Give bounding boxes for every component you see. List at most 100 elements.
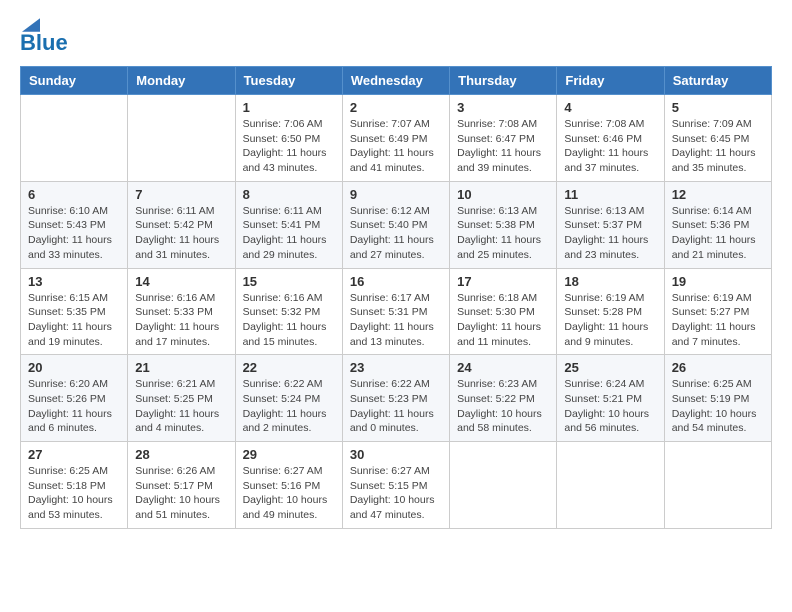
day-number: 15 xyxy=(243,274,335,289)
day-info: Sunrise: 6:23 AMSunset: 5:22 PMDaylight:… xyxy=(457,377,549,436)
day-info: Sunrise: 6:14 AMSunset: 5:36 PMDaylight:… xyxy=(672,204,764,263)
day-number: 28 xyxy=(135,447,227,462)
calendar-cell: 24 Sunrise: 6:23 AMSunset: 5:22 PMDayligh… xyxy=(450,355,557,442)
day-number: 4 xyxy=(564,100,656,115)
day-number: 22 xyxy=(243,360,335,375)
calendar-week-row: 13Sunrise: 6:15 AMSunset: 5:35 PMDayligh… xyxy=(21,268,772,355)
calendar-cell: 6 Sunrise: 6:10 AMSunset: 5:43 PMDaylight… xyxy=(21,181,128,268)
day-info: Sunrise: 6:22 AMSunset: 5:23 PMDaylight:… xyxy=(350,377,442,436)
day-info: Sunrise: 6:16 AMSunset: 5:33 PMDaylight:… xyxy=(135,291,227,350)
logo-blue-text: Blue xyxy=(20,30,68,55)
day-number: 29 xyxy=(243,447,335,462)
calendar-cell: 9 Sunrise: 6:12 AMSunset: 5:40 PMDaylight… xyxy=(342,181,449,268)
day-number: 27 xyxy=(28,447,120,462)
day-number: 1 xyxy=(243,100,335,115)
day-number: 2 xyxy=(350,100,442,115)
calendar-cell: 28 Sunrise: 6:26 AMSunset: 5:17 PMDayligh… xyxy=(128,442,235,529)
day-number: 19 xyxy=(672,274,764,289)
day-info: Sunrise: 7:07 AMSunset: 6:49 PMDaylight:… xyxy=(350,117,442,176)
calendar-cell: 7 Sunrise: 6:11 AMSunset: 5:42 PMDaylight… xyxy=(128,181,235,268)
day-number: 7 xyxy=(135,187,227,202)
day-number: 25 xyxy=(564,360,656,375)
day-number: 18 xyxy=(564,274,656,289)
day-number: 6 xyxy=(28,187,120,202)
calendar-cell: 14 Sunrise: 6:16 AMSunset: 5:33 PMDayligh… xyxy=(128,268,235,355)
day-number: 11 xyxy=(564,187,656,202)
day-of-week-header: Monday xyxy=(128,67,235,95)
calendar-cell: 18Sunrise: 6:19 AMSunset: 5:28 PMDayligh… xyxy=(557,268,664,355)
header: Blue xyxy=(20,16,772,56)
calendar-week-row: 1 Sunrise: 7:06 AMSunset: 6:50 PMDaylight… xyxy=(21,95,772,182)
day-number: 8 xyxy=(243,187,335,202)
day-info: Sunrise: 6:26 AMSunset: 5:17 PMDaylight:… xyxy=(135,464,227,523)
day-number: 20 xyxy=(28,360,120,375)
day-info: Sunrise: 6:16 AMSunset: 5:32 PMDaylight:… xyxy=(243,291,335,350)
day-info: Sunrise: 6:24 AMSunset: 5:21 PMDaylight:… xyxy=(564,377,656,436)
day-info: Sunrise: 7:09 AMSunset: 6:45 PMDaylight:… xyxy=(672,117,764,176)
day-info: Sunrise: 6:21 AMSunset: 5:25 PMDaylight:… xyxy=(135,377,227,436)
day-info: Sunrise: 6:27 AMSunset: 5:15 PMDaylight:… xyxy=(350,464,442,523)
day-of-week-header: Friday xyxy=(557,67,664,95)
day-number: 10 xyxy=(457,187,549,202)
day-of-week-header: Wednesday xyxy=(342,67,449,95)
day-info: Sunrise: 6:11 AMSunset: 5:42 PMDaylight:… xyxy=(135,204,227,263)
calendar-cell: 10 Sunrise: 6:13 AMSunset: 5:38 PMDayligh… xyxy=(450,181,557,268)
day-number: 9 xyxy=(350,187,442,202)
day-number: 21 xyxy=(135,360,227,375)
calendar-week-row: 27 Sunrise: 6:25 AMSunset: 5:18 PMDayligh… xyxy=(21,442,772,529)
day-info: Sunrise: 6:11 AMSunset: 5:41 PMDaylight:… xyxy=(243,204,335,263)
day-info: Sunrise: 6:18 AMSunset: 5:30 PMDaylight:… xyxy=(457,291,549,350)
calendar-header-row: SundayMondayTuesdayWednesdayThursdayFrid… xyxy=(21,67,772,95)
day-number: 16 xyxy=(350,274,442,289)
day-info: Sunrise: 6:10 AMSunset: 5:43 PMDaylight:… xyxy=(28,204,120,263)
calendar-cell: 15 Sunrise: 6:16 AMSunset: 5:32 PMDayligh… xyxy=(235,268,342,355)
calendar-cell: 25 Sunrise: 6:24 AMSunset: 5:21 PMDayligh… xyxy=(557,355,664,442)
calendar-cell: 19 Sunrise: 6:19 AMSunset: 5:27 PMDayligh… xyxy=(664,268,771,355)
calendar-cell: 8 Sunrise: 6:11 AMSunset: 5:41 PMDaylight… xyxy=(235,181,342,268)
calendar-cell: 3Sunrise: 7:08 AMSunset: 6:47 PMDaylight… xyxy=(450,95,557,182)
day-info: Sunrise: 6:25 AMSunset: 5:18 PMDaylight:… xyxy=(28,464,120,523)
day-info: Sunrise: 7:08 AMSunset: 6:47 PMDaylight:… xyxy=(457,117,549,176)
calendar-cell: 5 Sunrise: 7:09 AMSunset: 6:45 PMDaylight… xyxy=(664,95,771,182)
calendar-table: SundayMondayTuesdayWednesdayThursdayFrid… xyxy=(20,66,772,529)
calendar-cell: 30 Sunrise: 6:27 AMSunset: 5:15 PMDayligh… xyxy=(342,442,449,529)
day-number: 14 xyxy=(135,274,227,289)
day-info: Sunrise: 6:27 AMSunset: 5:16 PMDaylight:… xyxy=(243,464,335,523)
calendar-cell: 20 Sunrise: 6:20 AMSunset: 5:26 PMDayligh… xyxy=(21,355,128,442)
calendar-cell xyxy=(450,442,557,529)
day-of-week-header: Tuesday xyxy=(235,67,342,95)
calendar-week-row: 6 Sunrise: 6:10 AMSunset: 5:43 PMDaylight… xyxy=(21,181,772,268)
calendar-cell: 26 Sunrise: 6:25 AMSunset: 5:19 PMDayligh… xyxy=(664,355,771,442)
day-number: 12 xyxy=(672,187,764,202)
day-info: Sunrise: 6:13 AMSunset: 5:37 PMDaylight:… xyxy=(564,204,656,263)
calendar-cell xyxy=(21,95,128,182)
calendar-cell: 16 Sunrise: 6:17 AMSunset: 5:31 PMDayligh… xyxy=(342,268,449,355)
day-info: Sunrise: 6:12 AMSunset: 5:40 PMDaylight:… xyxy=(350,204,442,263)
day-of-week-header: Sunday xyxy=(21,67,128,95)
day-number: 24 xyxy=(457,360,549,375)
calendar-cell xyxy=(557,442,664,529)
day-info: Sunrise: 6:15 AMSunset: 5:35 PMDaylight:… xyxy=(28,291,120,350)
day-info: Sunrise: 6:20 AMSunset: 5:26 PMDaylight:… xyxy=(28,377,120,436)
day-info: Sunrise: 6:17 AMSunset: 5:31 PMDaylight:… xyxy=(350,291,442,350)
day-number: 5 xyxy=(672,100,764,115)
day-info: Sunrise: 6:19 AMSunset: 5:27 PMDaylight:… xyxy=(672,291,764,350)
day-of-week-header: Saturday xyxy=(664,67,771,95)
day-number: 26 xyxy=(672,360,764,375)
calendar-cell: 4Sunrise: 7:08 AMSunset: 6:46 PMDaylight… xyxy=(557,95,664,182)
calendar-cell: 11 Sunrise: 6:13 AMSunset: 5:37 PMDayligh… xyxy=(557,181,664,268)
day-number: 17 xyxy=(457,274,549,289)
calendar-cell: 29 Sunrise: 6:27 AMSunset: 5:16 PMDayligh… xyxy=(235,442,342,529)
day-of-week-header: Thursday xyxy=(450,67,557,95)
calendar-week-row: 20 Sunrise: 6:20 AMSunset: 5:26 PMDayligh… xyxy=(21,355,772,442)
calendar-cell: 17 Sunrise: 6:18 AMSunset: 5:30 PMDayligh… xyxy=(450,268,557,355)
calendar-cell xyxy=(664,442,771,529)
day-info: Sunrise: 7:06 AMSunset: 6:50 PMDaylight:… xyxy=(243,117,335,176)
calendar-cell: 23 Sunrise: 6:22 AMSunset: 5:23 PMDayligh… xyxy=(342,355,449,442)
day-number: 30 xyxy=(350,447,442,462)
calendar-cell: 1 Sunrise: 7:06 AMSunset: 6:50 PMDaylight… xyxy=(235,95,342,182)
day-info: Sunrise: 6:13 AMSunset: 5:38 PMDaylight:… xyxy=(457,204,549,263)
calendar-cell: 21 Sunrise: 6:21 AMSunset: 5:25 PMDayligh… xyxy=(128,355,235,442)
day-info: Sunrise: 6:25 AMSunset: 5:19 PMDaylight:… xyxy=(672,377,764,436)
day-number: 23 xyxy=(350,360,442,375)
